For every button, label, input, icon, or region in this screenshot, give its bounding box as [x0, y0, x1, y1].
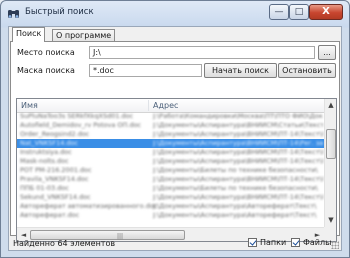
- list-item[interactable]: ППБ 01-03.doc J:\Документы\Билеты по техн…: [17, 184, 324, 193]
- close-icon: X: [322, 6, 330, 17]
- location-field[interactable]: J:\: [89, 46, 315, 59]
- status-bar: Найденно 64 элементов Папки Файлы: [9, 236, 341, 250]
- binoculars-icon: [8, 10, 19, 18]
- resize-grip-icon[interactable]: [331, 241, 339, 249]
- file-path: J:\Работа\Командировки\Москва\ПТ\ПТО ФИО…: [153, 112, 323, 120]
- maximize-button[interactable]: □: [289, 4, 309, 20]
- title-bar[interactable]: Быстрый поиск — □ X: [1, 1, 349, 26]
- list-item[interactable]: Mask-nolts.doc J:\Документы\Аспирантура\В…: [17, 157, 324, 166]
- scroll-down-icon[interactable]: ▼: [326, 215, 336, 226]
- stop-button[interactable]: Остановить: [278, 63, 336, 78]
- file-name: Sekund_VNKSF14.doc: [20, 193, 91, 201]
- tab-search[interactable]: Поиск: [12, 27, 46, 42]
- file-path: J:\Документы\Аспирантура\ВНИИСМ\Статьи\Т…: [153, 121, 323, 129]
- list-header: Имя Адрес: [17, 99, 324, 113]
- files-label[interactable]: Файлы: [303, 238, 331, 247]
- column-header-name[interactable]: Имя: [21, 101, 38, 110]
- maximize-icon: □: [294, 6, 304, 17]
- folders-label[interactable]: Папки: [260, 238, 286, 247]
- mask-field[interactable]: *.doc: [89, 64, 202, 77]
- browse-button[interactable]: ...: [318, 45, 336, 60]
- file-path: J:\Документы\Аспирантура\ВНИИСМ\ПТ-14\Те…: [153, 157, 323, 165]
- file-name: Pravila_VNKSF14.doc: [20, 175, 89, 183]
- file-path: J:\Документы\Аспирантура\ВНИИСМ\ПТ-14\Те…: [153, 130, 323, 138]
- column-divider[interactable]: [148, 100, 149, 111]
- app-window: Быстрый поиск — □ X Поиск О программе Ме…: [0, 0, 350, 258]
- column-header-path[interactable]: Адрес: [153, 101, 178, 110]
- close-button[interactable]: X: [309, 4, 343, 20]
- file-name: Mask-nolts.doc: [20, 157, 69, 165]
- list-item[interactable]: Pravila_VNKSF14.doc J:\Документы\Аспирант…: [17, 175, 324, 184]
- file-name: Order_Reogsind2.doc: [20, 130, 90, 138]
- list-item[interactable]: Nat_VNKSF14.doc J:\Документы\Аспирантура\…: [17, 139, 324, 148]
- minimize-icon: —: [274, 6, 284, 17]
- list-item[interactable]: POT PM-216.2001.doc J:\Документы\Билеты п…: [17, 166, 324, 175]
- list-item[interactable]: Instruktsiya.doc J:\Документы\Аспирантура…: [17, 148, 324, 157]
- folders-checkbox[interactable]: [248, 238, 257, 247]
- vertical-scrollbar[interactable]: ▲ ▼: [324, 99, 336, 227]
- scroll-up-icon[interactable]: ▲: [326, 100, 336, 111]
- file-name: ППБ 01-03.doc: [20, 184, 69, 192]
- file-name: Автореферат автоматизированного.doc: [20, 202, 158, 210]
- file-path: J:\Документы\Аспирантура\ВНИИСМ\ПТ-14\Ре…: [153, 139, 323, 147]
- file-path: J:\Документы\Аспирантура\ВНИИСМ\ПТ-14\Те…: [153, 193, 323, 201]
- file-name: Autofield_Demidov_rv Potova ОП.doc: [20, 121, 142, 129]
- file-name: Автореферат.doc: [20, 211, 80, 219]
- file-path: J:\Документы\Билеты по технике безопасно…: [153, 184, 318, 192]
- file-name: POT PM-216.2001.doc: [20, 166, 92, 174]
- list-rows: SuPluNaToo3s SERkfXkqXSd01.doc J:\Работа\…: [17, 112, 324, 220]
- list-item[interactable]: Автореферат автоматизированного.doc J:\До…: [17, 202, 324, 211]
- mask-label: Маска поиска: [17, 66, 75, 75]
- vertical-scroll-thumb[interactable]: [326, 129, 336, 159]
- tab-about[interactable]: О программе: [52, 29, 116, 41]
- client-area: Поиск О программе Место поиска J:\ ... М…: [8, 26, 342, 251]
- file-path: J:\Документы\Аспирантура\ВНИИСМ\ПТ-14\Те…: [153, 148, 323, 156]
- files-checkbox[interactable]: [291, 238, 300, 247]
- search-panel: Место поиска J:\ ... Маска поиска *.doc …: [10, 41, 340, 242]
- status-text: Найденно 64 элементов: [13, 239, 116, 248]
- file-name: Instruktsiya.doc: [20, 148, 72, 156]
- file-name: SuPluNaToo3s SERkfXkqXSd01.doc: [20, 112, 134, 120]
- list-item[interactable]: Sekund_VNKSF14.doc J:\Документы\Аспиранту…: [17, 193, 324, 202]
- file-path: J:\Документы\Аспирантура\Автореферат\Тек…: [153, 202, 317, 210]
- results-list[interactable]: Имя Адрес SuPluNaToo3s SERkfXkqXSd01.doc…: [16, 98, 337, 242]
- file-path: J:\Документы\Билеты по технике безопасно…: [153, 166, 318, 174]
- file-path: J:\Документы\Аспирантура\ВНИИСМ\ПТ-14\Те…: [153, 175, 323, 183]
- list-item[interactable]: Order_Reogsind2.doc J:\Документы\Аспирант…: [17, 130, 324, 139]
- window-title: Быстрый поиск: [25, 7, 94, 17]
- list-item[interactable]: SuPluNaToo3s SERkfXkqXSd01.doc J:\Работа\…: [17, 112, 324, 121]
- list-item[interactable]: Autofield_Demidov_rv Potova ОП.doc J:\Док…: [17, 121, 324, 130]
- minimize-button[interactable]: —: [269, 4, 289, 20]
- start-search-button[interactable]: Начать поиск: [204, 63, 277, 78]
- file-path: J:\Документы\Аспирантура\Автореферат\Тек…: [153, 211, 317, 219]
- location-label: Место поиска: [17, 48, 75, 57]
- list-item[interactable]: Автореферат.doc J:\Документы\Аспирантура\…: [17, 211, 324, 220]
- file-name: Nat_VNKSF14.doc: [20, 139, 79, 147]
